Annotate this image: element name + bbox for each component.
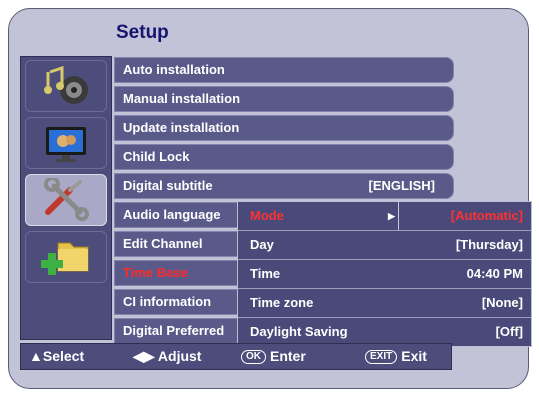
menu-item-digital-subtitle[interactable]: Digital subtitle [ENGLISH] — [114, 173, 454, 199]
menu-item-label: Digital Preferred — [123, 323, 225, 338]
exit-key-icon: EXIT — [365, 350, 398, 365]
hint-adjust: ◀▶ Adjust — [133, 344, 201, 369]
arrow-right-icon: ▶ — [388, 211, 395, 221]
menu-item-update-installation[interactable]: Update installation — [114, 115, 454, 141]
hint-select-label: Select — [42, 348, 85, 364]
submenu-row-label: Mode — [250, 208, 284, 223]
submenu-row-label: Time — [250, 266, 281, 281]
menu-item-label: Child Lock — [123, 149, 190, 164]
submenu-row-time[interactable]: Time 04:40 PM — [238, 260, 531, 289]
sidebar-tile-tv[interactable] — [25, 117, 107, 169]
submenu-row-value: [Automatic] — [450, 208, 523, 223]
sidebar-tile-sound[interactable] — [25, 60, 107, 112]
submenu-row-day[interactable]: Day [Thursday] — [238, 231, 531, 260]
ok-key-icon: OK — [241, 350, 266, 365]
menu-item-value: [ENGLISH] — [368, 178, 435, 193]
music-speaker-icon — [44, 65, 88, 104]
hint-exit: EXIT Exit — [365, 344, 427, 369]
menu-item-label: CI information — [123, 294, 212, 309]
menu-item-label: Time Base — [123, 265, 188, 280]
hint-adjust-label: Adjust — [157, 348, 202, 364]
menu-item-label: Audio language — [123, 207, 221, 222]
menu-item-label: Auto installation — [123, 62, 225, 77]
sidebar-icon-column — [20, 56, 112, 340]
submenu-row-value: 04:40 PM — [466, 266, 523, 281]
left-right-arrow-icon: ◀▶ — [133, 348, 155, 364]
up-down-arrow-icon: ▲︎ — [29, 348, 43, 364]
menu-item-child-lock[interactable]: Child Lock — [114, 144, 454, 170]
tools-icon — [44, 178, 89, 221]
menu-item-label: Update installation — [123, 120, 240, 135]
submenu-row-value: [Thursday] — [455, 237, 523, 252]
hint-enter: OK Enter — [241, 344, 306, 369]
menu-item-manual-installation[interactable]: Manual installation — [114, 86, 454, 112]
submenu-row-time-zone[interactable]: Time zone [None] — [238, 289, 531, 318]
submenu-row-label: Day — [250, 237, 274, 252]
menu-item-label: Digital subtitle — [123, 178, 213, 193]
sidebar-tile-folder[interactable] — [25, 231, 107, 283]
submenu-row-mode[interactable]: Mode ▶ [Automatic] — [238, 202, 531, 231]
menu-item-label: Edit Channel — [123, 236, 203, 251]
submenu-row-value: [Off] — [495, 324, 523, 339]
menu-item-label: Manual installation — [123, 91, 241, 106]
key-hint-bar: ▲︎Select ◀▶ Adjust OK Enter EXIT Exit — [20, 343, 452, 370]
hint-enter-label: Enter — [270, 348, 306, 364]
submenu-row-label: Time zone — [250, 295, 314, 310]
page-title: Setup — [116, 22, 169, 43]
hint-select: ▲︎Select — [29, 344, 84, 369]
folder-add-icon — [41, 242, 89, 275]
tv-screen-icon — [46, 127, 86, 162]
time-base-submenu: Mode ▶ [Automatic] Day [Thursday] Time 0… — [237, 201, 532, 347]
sidebar-tile-tools[interactable] — [25, 174, 107, 226]
submenu-row-label: Daylight Saving — [250, 324, 348, 339]
menu-item-auto-installation[interactable]: Auto installation — [114, 57, 454, 83]
divider — [398, 202, 399, 230]
hint-exit-label: Exit — [401, 348, 427, 364]
submenu-row-value: [None] — [481, 295, 523, 310]
